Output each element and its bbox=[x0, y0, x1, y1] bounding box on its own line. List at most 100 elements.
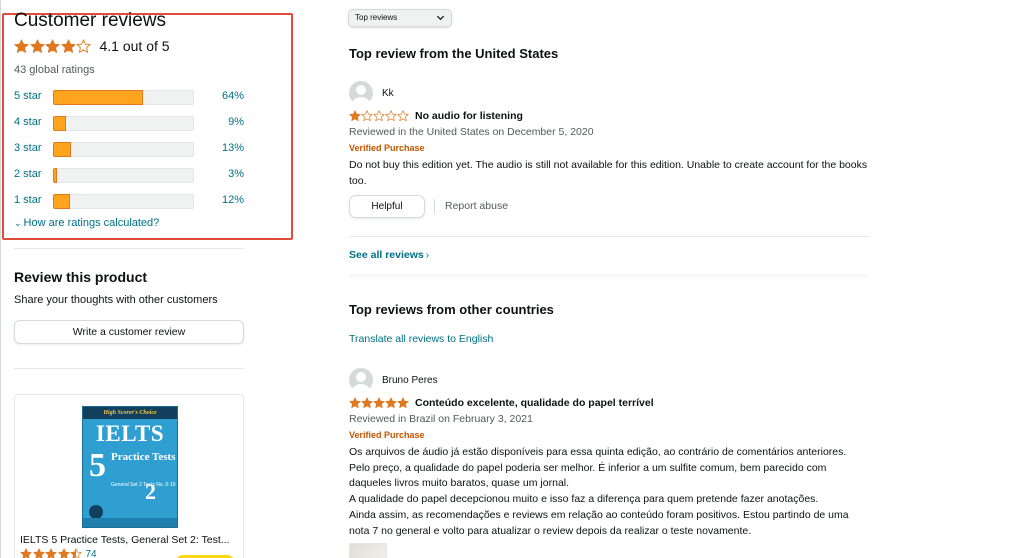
cover-set: General Set 2 Tests No. 6-10 bbox=[111, 482, 176, 488]
histogram-percent[interactable]: 3% bbox=[228, 168, 244, 180]
histogram-percent[interactable]: 12% bbox=[222, 194, 244, 206]
star-half-icon bbox=[70, 548, 82, 558]
translate-reviews-link[interactable]: Translate all reviews to English bbox=[349, 333, 493, 345]
histogram-fill bbox=[53, 194, 70, 209]
product-rating-count[interactable]: 74 bbox=[86, 549, 97, 558]
cover-top-banner: High Scorer's Choice bbox=[83, 407, 177, 419]
review-stars bbox=[349, 110, 409, 122]
histogram-bar[interactable] bbox=[53, 90, 194, 105]
histogram-row-2-star[interactable]: 2 star 3% bbox=[14, 167, 244, 183]
star-filled-icon bbox=[60, 38, 76, 53]
histogram-label[interactable]: 5 star bbox=[14, 90, 42, 102]
chevron-down-icon: ⌄ bbox=[14, 218, 22, 228]
star-filled-icon bbox=[361, 397, 373, 409]
review-headline[interactable]: No audio for listening bbox=[415, 110, 523, 122]
average-rating-row[interactable]: 4.1 out of 5 bbox=[14, 38, 170, 54]
product-card[interactable]: High Scorer's Choice IELTS 5 Practice Te… bbox=[14, 394, 244, 558]
average-rating-stars bbox=[14, 38, 92, 54]
histogram-label[interactable]: 2 star bbox=[14, 168, 42, 180]
br-review-rating[interactable]: Conteúdo excelente, qualidade do papel t… bbox=[349, 397, 654, 409]
average-rating-text: 4.1 out of 5 bbox=[99, 38, 170, 54]
us-review-rating[interactable]: No audio for listening bbox=[349, 110, 523, 122]
histogram-bar[interactable] bbox=[53, 194, 194, 209]
report-abuse-link[interactable]: Report abuse bbox=[445, 200, 508, 212]
review-body-line: Ainda assim, as recomendações e reviews … bbox=[349, 508, 849, 521]
histogram-row-3-star[interactable]: 3 star 13% bbox=[14, 141, 244, 157]
cover-title: IELTS bbox=[95, 421, 165, 446]
review-this-product-title: Review this product bbox=[14, 269, 148, 285]
how-ratings-calculated-label: How are ratings calculated? bbox=[23, 217, 160, 229]
write-review-button[interactable]: Write a customer review bbox=[14, 320, 244, 344]
global-ratings-count: 43 global ratings bbox=[14, 64, 95, 76]
histogram-label[interactable]: 1 star bbox=[14, 194, 42, 206]
histogram-label[interactable]: 4 star bbox=[14, 116, 42, 128]
histogram-bar[interactable] bbox=[53, 168, 194, 183]
star-filled-icon bbox=[29, 38, 45, 53]
product-rating[interactable]: 74 bbox=[20, 548, 97, 558]
divider bbox=[349, 236, 869, 237]
other-countries-section-title: Top reviews from other countries bbox=[349, 302, 554, 317]
how-ratings-calculated-link[interactable]: ⌄ How are ratings calculated? bbox=[14, 217, 159, 229]
see-all-reviews-label: See all reviews bbox=[349, 249, 424, 261]
avatar bbox=[349, 81, 373, 105]
review-body-line: daqueles livros muito baratos, quase um … bbox=[349, 477, 570, 490]
product-title-link[interactable]: IELTS 5 Practice Tests, General Set 2: T… bbox=[20, 534, 230, 546]
review-body: Do not buy this edition yet. The audio i… bbox=[349, 159, 868, 187]
chevron-down-icon bbox=[436, 15, 445, 21]
helpful-button[interactable]: Helpful bbox=[349, 195, 425, 218]
review-body: Os arquivos de áudio já estão disponívei… bbox=[349, 445, 889, 539]
verified-purchase-badge: Verified Purchase bbox=[349, 143, 425, 153]
review-body-line: nota 7 no general e volto para atualizar… bbox=[349, 524, 752, 537]
review-headline[interactable]: Conteúdo excelente, qualidade do papel t… bbox=[415, 397, 654, 409]
product-rating-stars bbox=[20, 548, 83, 558]
star-empty-icon bbox=[373, 110, 385, 122]
star-filled-icon bbox=[373, 397, 385, 409]
histogram-row-4-star[interactable]: 4 star 9% bbox=[14, 115, 244, 131]
histogram-row-5-star[interactable]: 5 star 64% bbox=[14, 89, 244, 105]
cover-bottom-band bbox=[83, 518, 177, 527]
divider bbox=[434, 199, 435, 214]
histogram-label[interactable]: 3 star bbox=[14, 142, 42, 154]
star-filled-icon bbox=[385, 397, 397, 409]
cover-number: 5 bbox=[89, 447, 106, 484]
star-filled-icon bbox=[45, 38, 60, 53]
see-all-reviews-link[interactable]: See all reviews › bbox=[349, 249, 429, 261]
review-stars bbox=[349, 397, 409, 409]
star-filled-icon bbox=[20, 548, 32, 558]
star-half-icon bbox=[76, 38, 91, 53]
divider bbox=[14, 248, 244, 249]
histogram-row-1-star[interactable]: 1 star 12% bbox=[14, 193, 244, 209]
cover-set-number: 2 bbox=[145, 479, 156, 504]
cover-logo-icon bbox=[89, 505, 103, 519]
histogram-bar[interactable] bbox=[53, 116, 194, 131]
chevron-right-icon: › bbox=[425, 250, 430, 261]
sort-reviews-dropdown[interactable]: Top reviews bbox=[348, 9, 452, 27]
review-date: Reviewed in Brazil on February 3, 2021 bbox=[349, 413, 533, 425]
us-section-title: Top review from the United States bbox=[349, 46, 559, 61]
star-filled-icon bbox=[349, 110, 361, 122]
reviewer-name[interactable]: Kk bbox=[382, 88, 394, 99]
star-filled-icon bbox=[397, 397, 409, 409]
avatar bbox=[349, 368, 373, 392]
star-empty-icon bbox=[385, 110, 397, 122]
star-filled-icon bbox=[32, 548, 45, 558]
star-filled-icon bbox=[57, 548, 70, 558]
star-filled-icon bbox=[45, 548, 57, 558]
histogram-percent[interactable]: 9% bbox=[228, 116, 244, 128]
reviewer-name[interactable]: Bruno Peres bbox=[382, 375, 438, 386]
histogram-fill bbox=[53, 90, 144, 105]
histogram-bar[interactable] bbox=[53, 142, 194, 157]
share-thoughts-text: Share your thoughts with other customers bbox=[14, 294, 218, 306]
histogram-percent[interactable]: 64% bbox=[222, 90, 244, 102]
section-divider bbox=[349, 274, 869, 280]
star-empty-icon bbox=[361, 110, 373, 122]
page-left-border bbox=[0, 0, 1, 558]
product-cover-image[interactable]: High Scorer's Choice IELTS 5 Practice Te… bbox=[82, 406, 178, 528]
histogram-percent[interactable]: 13% bbox=[222, 142, 244, 154]
cover-subtitle: Practice Tests bbox=[111, 451, 176, 463]
histogram-fill bbox=[53, 168, 58, 183]
customer-reviews-title: Customer reviews bbox=[14, 10, 167, 31]
review-image-thumbnail[interactable] bbox=[349, 543, 387, 558]
star-empty-icon bbox=[397, 110, 409, 122]
review-body-line: Os arquivos de áudio já estão disponívei… bbox=[349, 446, 847, 458]
